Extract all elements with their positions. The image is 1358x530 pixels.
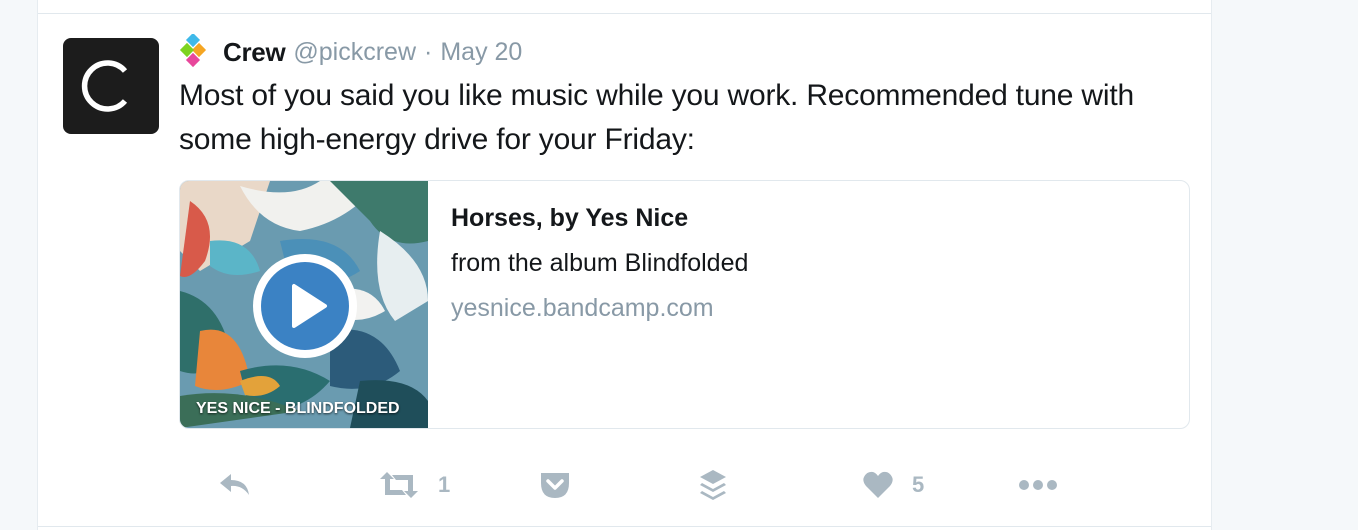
card-body: Horses, by Yes Nice from the album Blind…: [451, 203, 748, 323]
crew-logo-icon: [179, 34, 207, 68]
more-button[interactable]: [1018, 463, 1058, 507]
link-card[interactable]: YES NICE - BLINDFOLDED Horses, by Yes Ni…: [179, 180, 1190, 429]
card-description: from the album Blindfolded: [451, 249, 749, 277]
pocket-icon: [541, 473, 569, 498]
card-title[interactable]: Horses, by Yes Nice: [451, 203, 748, 233]
play-icon: [253, 254, 357, 358]
card-domain[interactable]: yesnice.bandcamp.com: [451, 293, 748, 323]
play-button[interactable]: [250, 251, 360, 361]
reply-button[interactable]: [218, 463, 252, 507]
pocket-button[interactable]: [539, 463, 571, 507]
retweet-icon: [380, 472, 418, 498]
tweet-header: Crew @pickcrew · May 20: [178, 34, 522, 70]
more-icon: [1019, 480, 1057, 490]
like-button[interactable]: 5: [862, 463, 924, 507]
album-caption: YES NICE - BLINDFOLDED: [196, 400, 400, 417]
album-art[interactable]: YES NICE - BLINDFOLDED: [180, 181, 428, 428]
like-count: 5: [912, 472, 925, 497]
tweet-timestamp[interactable]: May 20: [440, 38, 522, 67]
buffer-icon: [700, 470, 726, 500]
tweet-top-divider: [38, 13, 1211, 14]
page-background-left: [0, 0, 37, 530]
avatar-letter-c-icon: [81, 60, 128, 112]
tweet-bottom-divider: [38, 526, 1211, 527]
header-separator: ·: [424, 37, 433, 66]
avatar[interactable]: [63, 38, 159, 134]
buffer-button[interactable]: [698, 463, 728, 507]
tweet-actions: 1 5: [178, 463, 1078, 507]
retweet-count: 1: [438, 472, 451, 497]
reply-icon: [220, 474, 249, 495]
author-name[interactable]: Crew: [223, 37, 286, 68]
author-handle[interactable]: @pickcrew: [293, 38, 416, 67]
heart-icon: [863, 471, 893, 498]
page-background-right: [1212, 0, 1358, 530]
retweet-button[interactable]: 1: [378, 463, 450, 507]
tweet[interactable]: Crew @pickcrew · May 20 Most of you said…: [37, 0, 1212, 530]
tweet-text: Most of you said you like music while yo…: [179, 79, 1134, 156]
